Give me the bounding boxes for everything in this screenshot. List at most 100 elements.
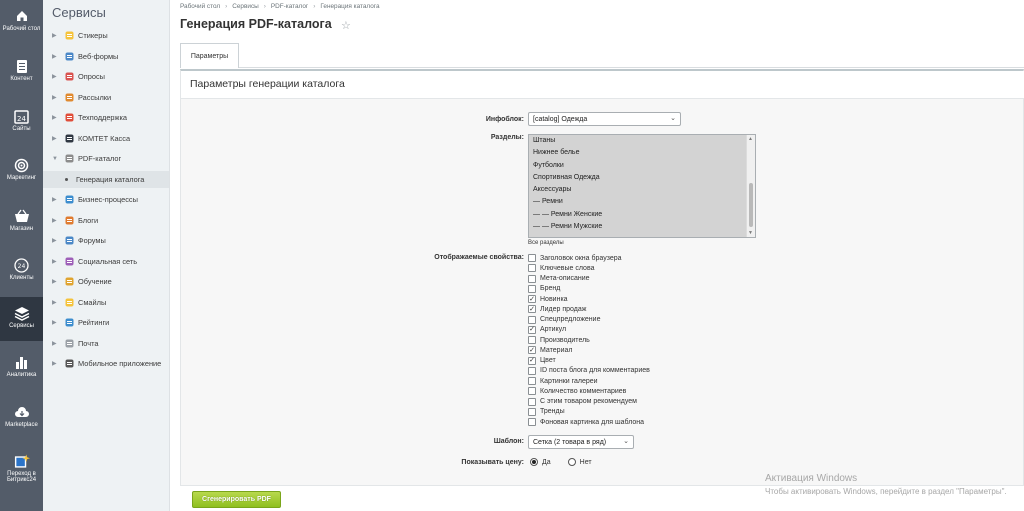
- property-checkbox[interactable]: [528, 366, 536, 375]
- menu-item[interactable]: ▶ Социальная сеть: [43, 253, 169, 270]
- scroll-down-icon[interactable]: ▼: [748, 230, 753, 236]
- property-checkbox[interactable]: [528, 336, 536, 344]
- chevron-right-icon[interactable]: ▶: [52, 135, 58, 142]
- property-checkbox[interactable]: [528, 264, 536, 273]
- menu-item[interactable]: ▼ PDF-каталог: [43, 150, 169, 167]
- property-checkbox[interactable]: ✓: [528, 356, 536, 365]
- template-select[interactable]: Сетка (2 товара в ряд) ⌄: [528, 435, 634, 449]
- rail-item[interactable]: Контент: [0, 54, 43, 94]
- rail-item[interactable]: Сервисы: [0, 297, 43, 341]
- rail-item-label: Сайты: [12, 126, 31, 132]
- breadcrumb-link[interactable]: Сервисы: [232, 3, 258, 10]
- generate-pdf-button[interactable]: Сгенерировать PDF: [192, 491, 281, 508]
- svg-text:24: 24: [17, 115, 26, 123]
- rail-item-label: Сервисы: [9, 323, 34, 329]
- chevron-right-icon[interactable]: ▶: [52, 32, 58, 39]
- menu-item[interactable]: ▶ Стикеры: [43, 27, 169, 44]
- rail-item[interactable]: Marketplace: [0, 400, 43, 440]
- property-label: Мета-описание: [540, 275, 590, 282]
- chevron-right-icon[interactable]: ▶: [52, 217, 58, 224]
- property-label: Тренды: [540, 408, 565, 416]
- iblock-select[interactable]: [catalog] Одежда ⌄: [528, 112, 681, 126]
- favorite-star-icon[interactable]: ☆: [341, 19, 351, 32]
- menu-item[interactable]: ▶ Веб-формы: [43, 48, 169, 65]
- social-icon: [64, 256, 74, 266]
- scrollbar-thumb[interactable]: [749, 183, 753, 227]
- chevron-right-icon[interactable]: ▶: [52, 94, 58, 101]
- chevron-right-icon[interactable]: ▶: [52, 53, 58, 60]
- rail-item[interactable]: 24 Клиенты: [0, 253, 43, 293]
- section-option[interactable]: Аксессуары: [529, 184, 755, 196]
- price-no-radio[interactable]: [567, 458, 576, 466]
- menu-item[interactable]: ▶ Рейтинги: [43, 314, 169, 331]
- section-option[interactable]: Штаны: [529, 135, 755, 147]
- chevron-right-icon[interactable]: ▶: [52, 319, 58, 326]
- property-checkbox[interactable]: ✓: [528, 346, 536, 355]
- section-option[interactable]: Спортивная Одежда: [529, 172, 755, 184]
- property-checkbox[interactable]: [528, 315, 536, 324]
- rail-item[interactable]: Переход в Битрикс24: [0, 449, 43, 499]
- property-label: Новинка: [540, 295, 568, 303]
- property-checkbox[interactable]: ✓: [528, 325, 536, 334]
- chevron-right-icon[interactable]: ▶: [52, 340, 58, 347]
- menu-item-label: Блоги: [78, 215, 99, 225]
- scroll-up-icon[interactable]: ▲: [748, 136, 753, 142]
- rail-item[interactable]: Магазин: [0, 204, 43, 244]
- chevron-right-icon[interactable]: ▶: [52, 196, 58, 203]
- tab-parameters[interactable]: Параметры: [180, 43, 239, 68]
- chevron-right-icon[interactable]: ▶: [52, 237, 58, 244]
- menu-subitem[interactable]: Генерация каталога: [43, 170, 169, 188]
- iblock-select-value: [catalog] Одежда: [533, 115, 588, 123]
- menu-item[interactable]: ▶ Почта: [43, 335, 169, 352]
- chevron-right-icon[interactable]: ▶: [52, 278, 58, 285]
- property-label: ID поста блога для комментариев: [540, 367, 650, 375]
- menu-item[interactable]: ▶ Смайлы: [43, 294, 169, 311]
- rail-item[interactable]: 24 Сайты: [0, 104, 43, 144]
- property-checkbox[interactable]: [528, 377, 536, 385]
- menu-item[interactable]: ▶ Бизнес-процессы: [43, 191, 169, 208]
- chevron-down-icon[interactable]: ▼: [52, 156, 58, 162]
- property-checkbox[interactable]: ✓: [528, 295, 536, 303]
- menu-item[interactable]: ▶ Опросы: [43, 68, 169, 85]
- section-option[interactable]: Нижнее белье: [529, 147, 755, 159]
- property-row: Ключевые слова: [528, 263, 594, 273]
- chevron-right-icon[interactable]: ▶: [52, 360, 58, 367]
- property-checkbox[interactable]: ✓: [528, 305, 536, 314]
- chevron-right-icon[interactable]: ▶: [52, 299, 58, 306]
- sections-listbox[interactable]: Штаны Нижнее белье Футболки Спортивная Одеж…: [528, 134, 756, 238]
- services-menu: Сервисы ▶ Стикеры ▶ Веб-формы ▶ Опросы ▶ Рассыл…: [43, 0, 170, 511]
- menu-item[interactable]: ▶ Блоги: [43, 212, 169, 229]
- breadcrumb-link[interactable]: PDF-каталог: [271, 3, 308, 10]
- menu-item[interactable]: ▶ Техподдержка: [43, 109, 169, 126]
- section-option[interactable]: Футболки: [529, 160, 755, 172]
- menu-item[interactable]: ▶ Обучение: [43, 273, 169, 290]
- property-checkbox[interactable]: [528, 397, 536, 406]
- panel-title: Параметры генерации каталога: [190, 78, 345, 90]
- property-checkbox[interactable]: [528, 274, 536, 283]
- panel-header: Параметры генерации каталога: [181, 71, 1024, 99]
- mail-icon: [64, 92, 74, 102]
- section-option[interactable]: — — Ремни Женские: [529, 209, 755, 221]
- menu-item[interactable]: ▶ КОМТЕТ Касса: [43, 130, 169, 147]
- property-checkbox[interactable]: [528, 387, 536, 396]
- property-checkbox[interactable]: [528, 418, 536, 426]
- section-option[interactable]: — — Ремни Мужские: [529, 221, 755, 233]
- rail-item[interactable]: Аналитика: [0, 350, 43, 390]
- property-checkbox[interactable]: [528, 254, 536, 262]
- rail-item[interactable]: Рабочий стол: [0, 4, 43, 48]
- breadcrumb-link[interactable]: Рабочий стол: [180, 3, 220, 10]
- price-yes-radio[interactable]: [530, 458, 538, 466]
- property-checkbox[interactable]: [528, 407, 536, 416]
- breadcrumb-link[interactable]: Генерация каталога: [320, 3, 379, 10]
- svg-text:24: 24: [18, 263, 26, 270]
- chevron-right-icon[interactable]: ▶: [52, 73, 58, 80]
- property-checkbox[interactable]: [528, 284, 536, 293]
- menu-item[interactable]: ▶ Рассылки: [43, 89, 169, 106]
- section-option[interactable]: — Ремни: [529, 196, 755, 208]
- chevron-right-icon[interactable]: ▶: [52, 114, 58, 121]
- rail-item[interactable]: Маркетинг: [0, 153, 43, 193]
- listbox-scrollbar[interactable]: ▲ ▼: [746, 135, 755, 237]
- chevron-right-icon[interactable]: ▶: [52, 258, 58, 265]
- menu-item[interactable]: ▶ Форумы: [43, 232, 169, 249]
- menu-item[interactable]: ▶ Мобильное приложение: [43, 355, 169, 372]
